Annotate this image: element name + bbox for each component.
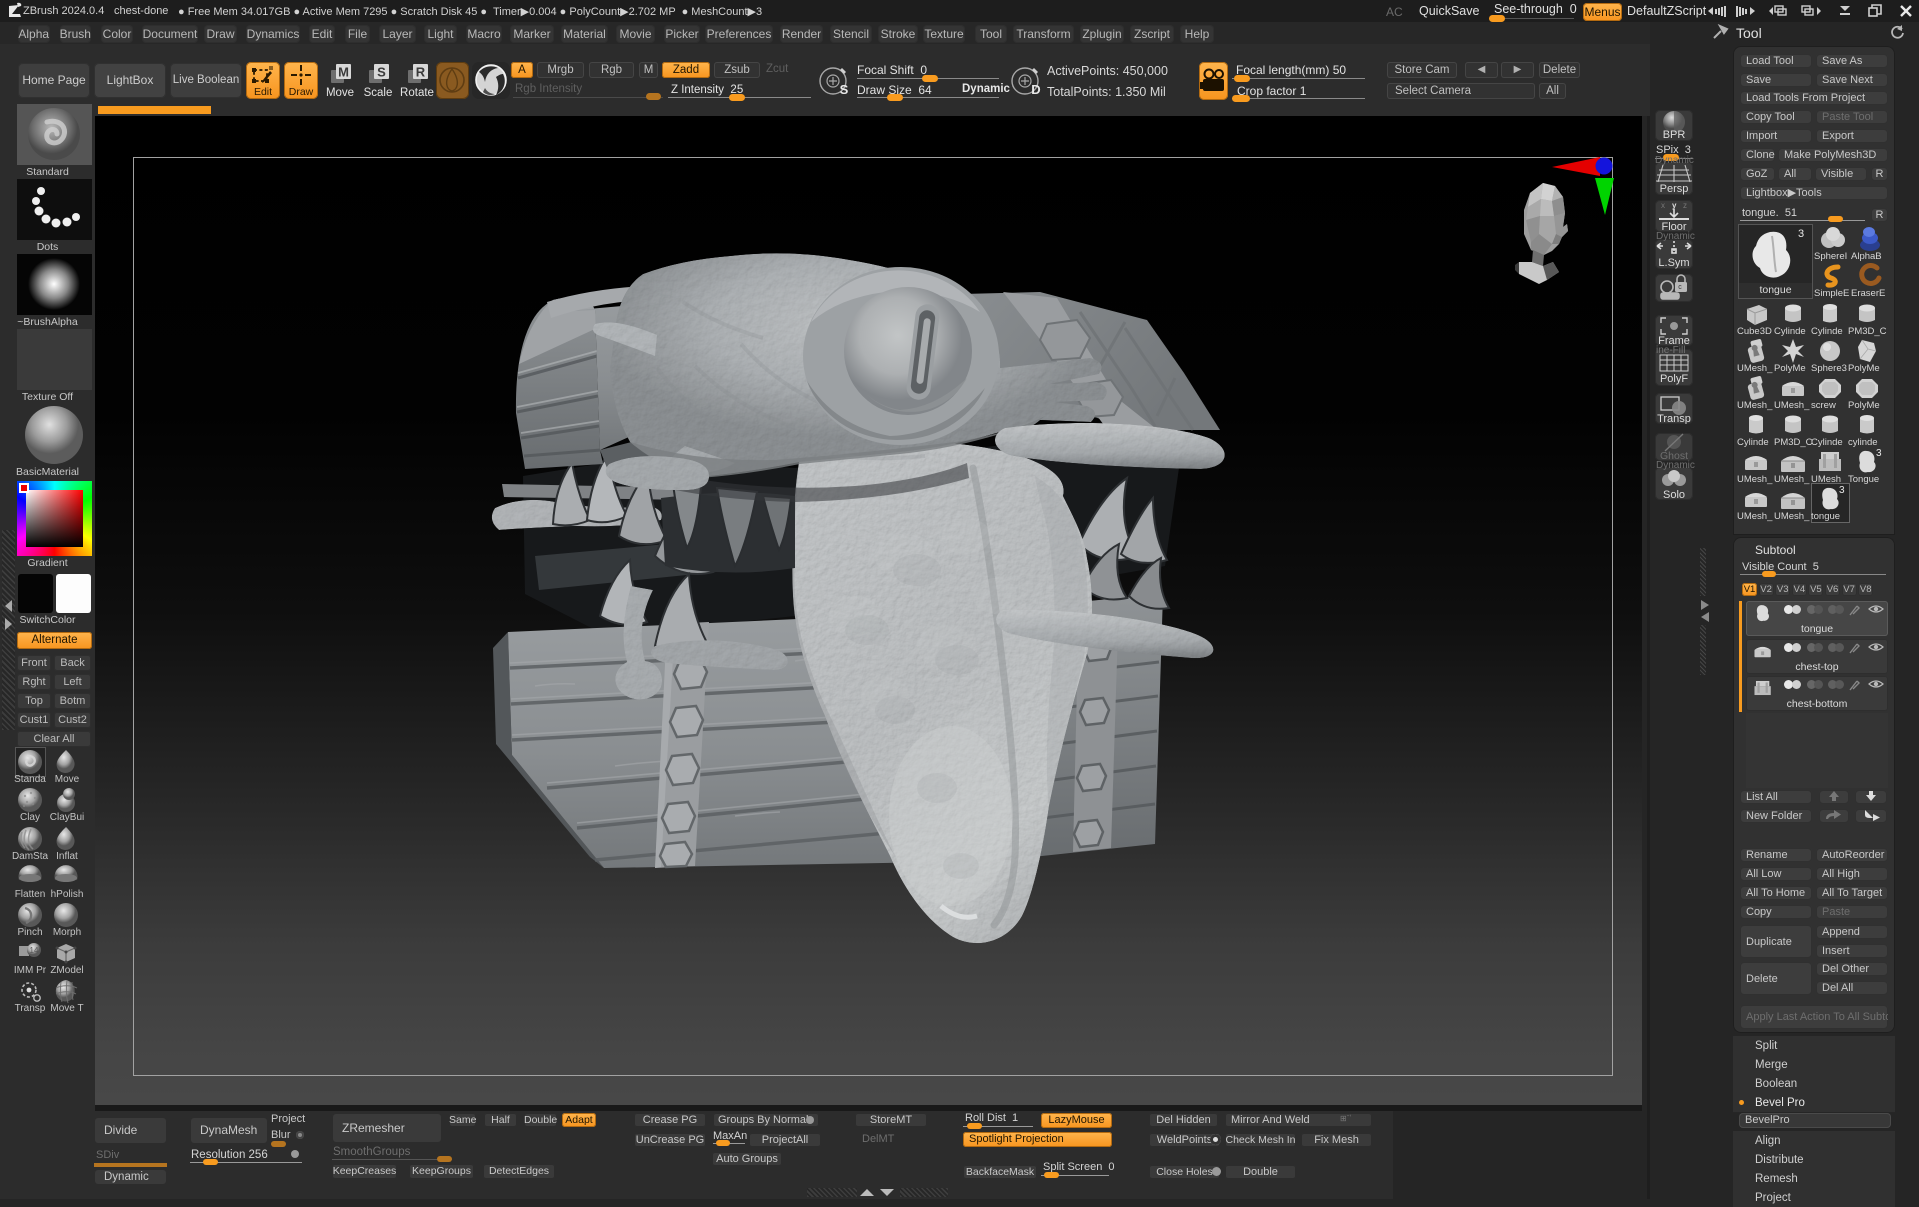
svg-text:Solo: Solo [1663, 489, 1685, 500]
svg-text:14: 14 [30, 946, 39, 955]
svg-text:S: S [377, 65, 386, 80]
svg-text:z: z [1683, 201, 1687, 210]
svg-text:S: S [840, 82, 849, 97]
svg-text:Transp: Transp [1657, 413, 1691, 424]
svg-text:y: y [1672, 201, 1677, 210]
svg-text:x: x [1661, 201, 1665, 210]
svg-text:D: D [1031, 82, 1040, 97]
svg-text:c: c [1678, 284, 1682, 291]
svg-text:BPR: BPR [1663, 129, 1686, 141]
svg-text:PolyF: PolyF [1660, 373, 1688, 385]
svg-text:Persp: Persp [1660, 183, 1689, 195]
svg-text:L.Sym: L.Sym [1658, 257, 1689, 269]
svg-text:R: R [416, 65, 426, 80]
svg-text:M: M [338, 65, 349, 80]
